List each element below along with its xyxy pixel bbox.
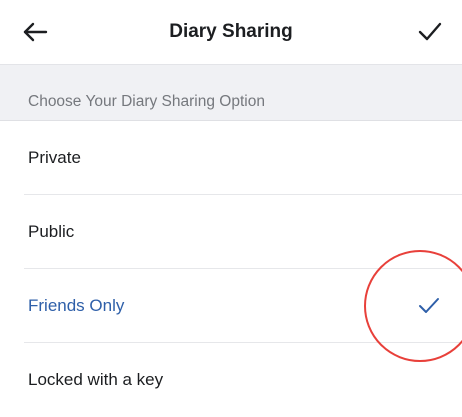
back-button[interactable] [22,20,50,44]
checkmark-icon [418,22,442,41]
section-title: Choose Your Diary Sharing Option [28,93,265,110]
section-header: Choose Your Diary Sharing Option [0,86,462,121]
option-locked-with-key[interactable]: Locked with a key [0,343,462,417]
arrow-left-icon [23,22,48,42]
option-label: Public [28,222,75,241]
selected-checkmark-icon [419,298,439,313]
header-spacer [0,65,462,86]
page-title: Diary Sharing [169,21,293,42]
option-private[interactable]: Private [0,121,462,195]
done-button[interactable] [416,20,444,44]
nav-header: Diary Sharing [0,0,462,65]
option-public[interactable]: Public [0,195,462,269]
option-label: Private [28,148,81,167]
option-label: Friends Only [28,296,125,315]
option-label: Locked with a key [28,370,164,389]
option-friends-only[interactable]: Friends Only [0,269,462,343]
